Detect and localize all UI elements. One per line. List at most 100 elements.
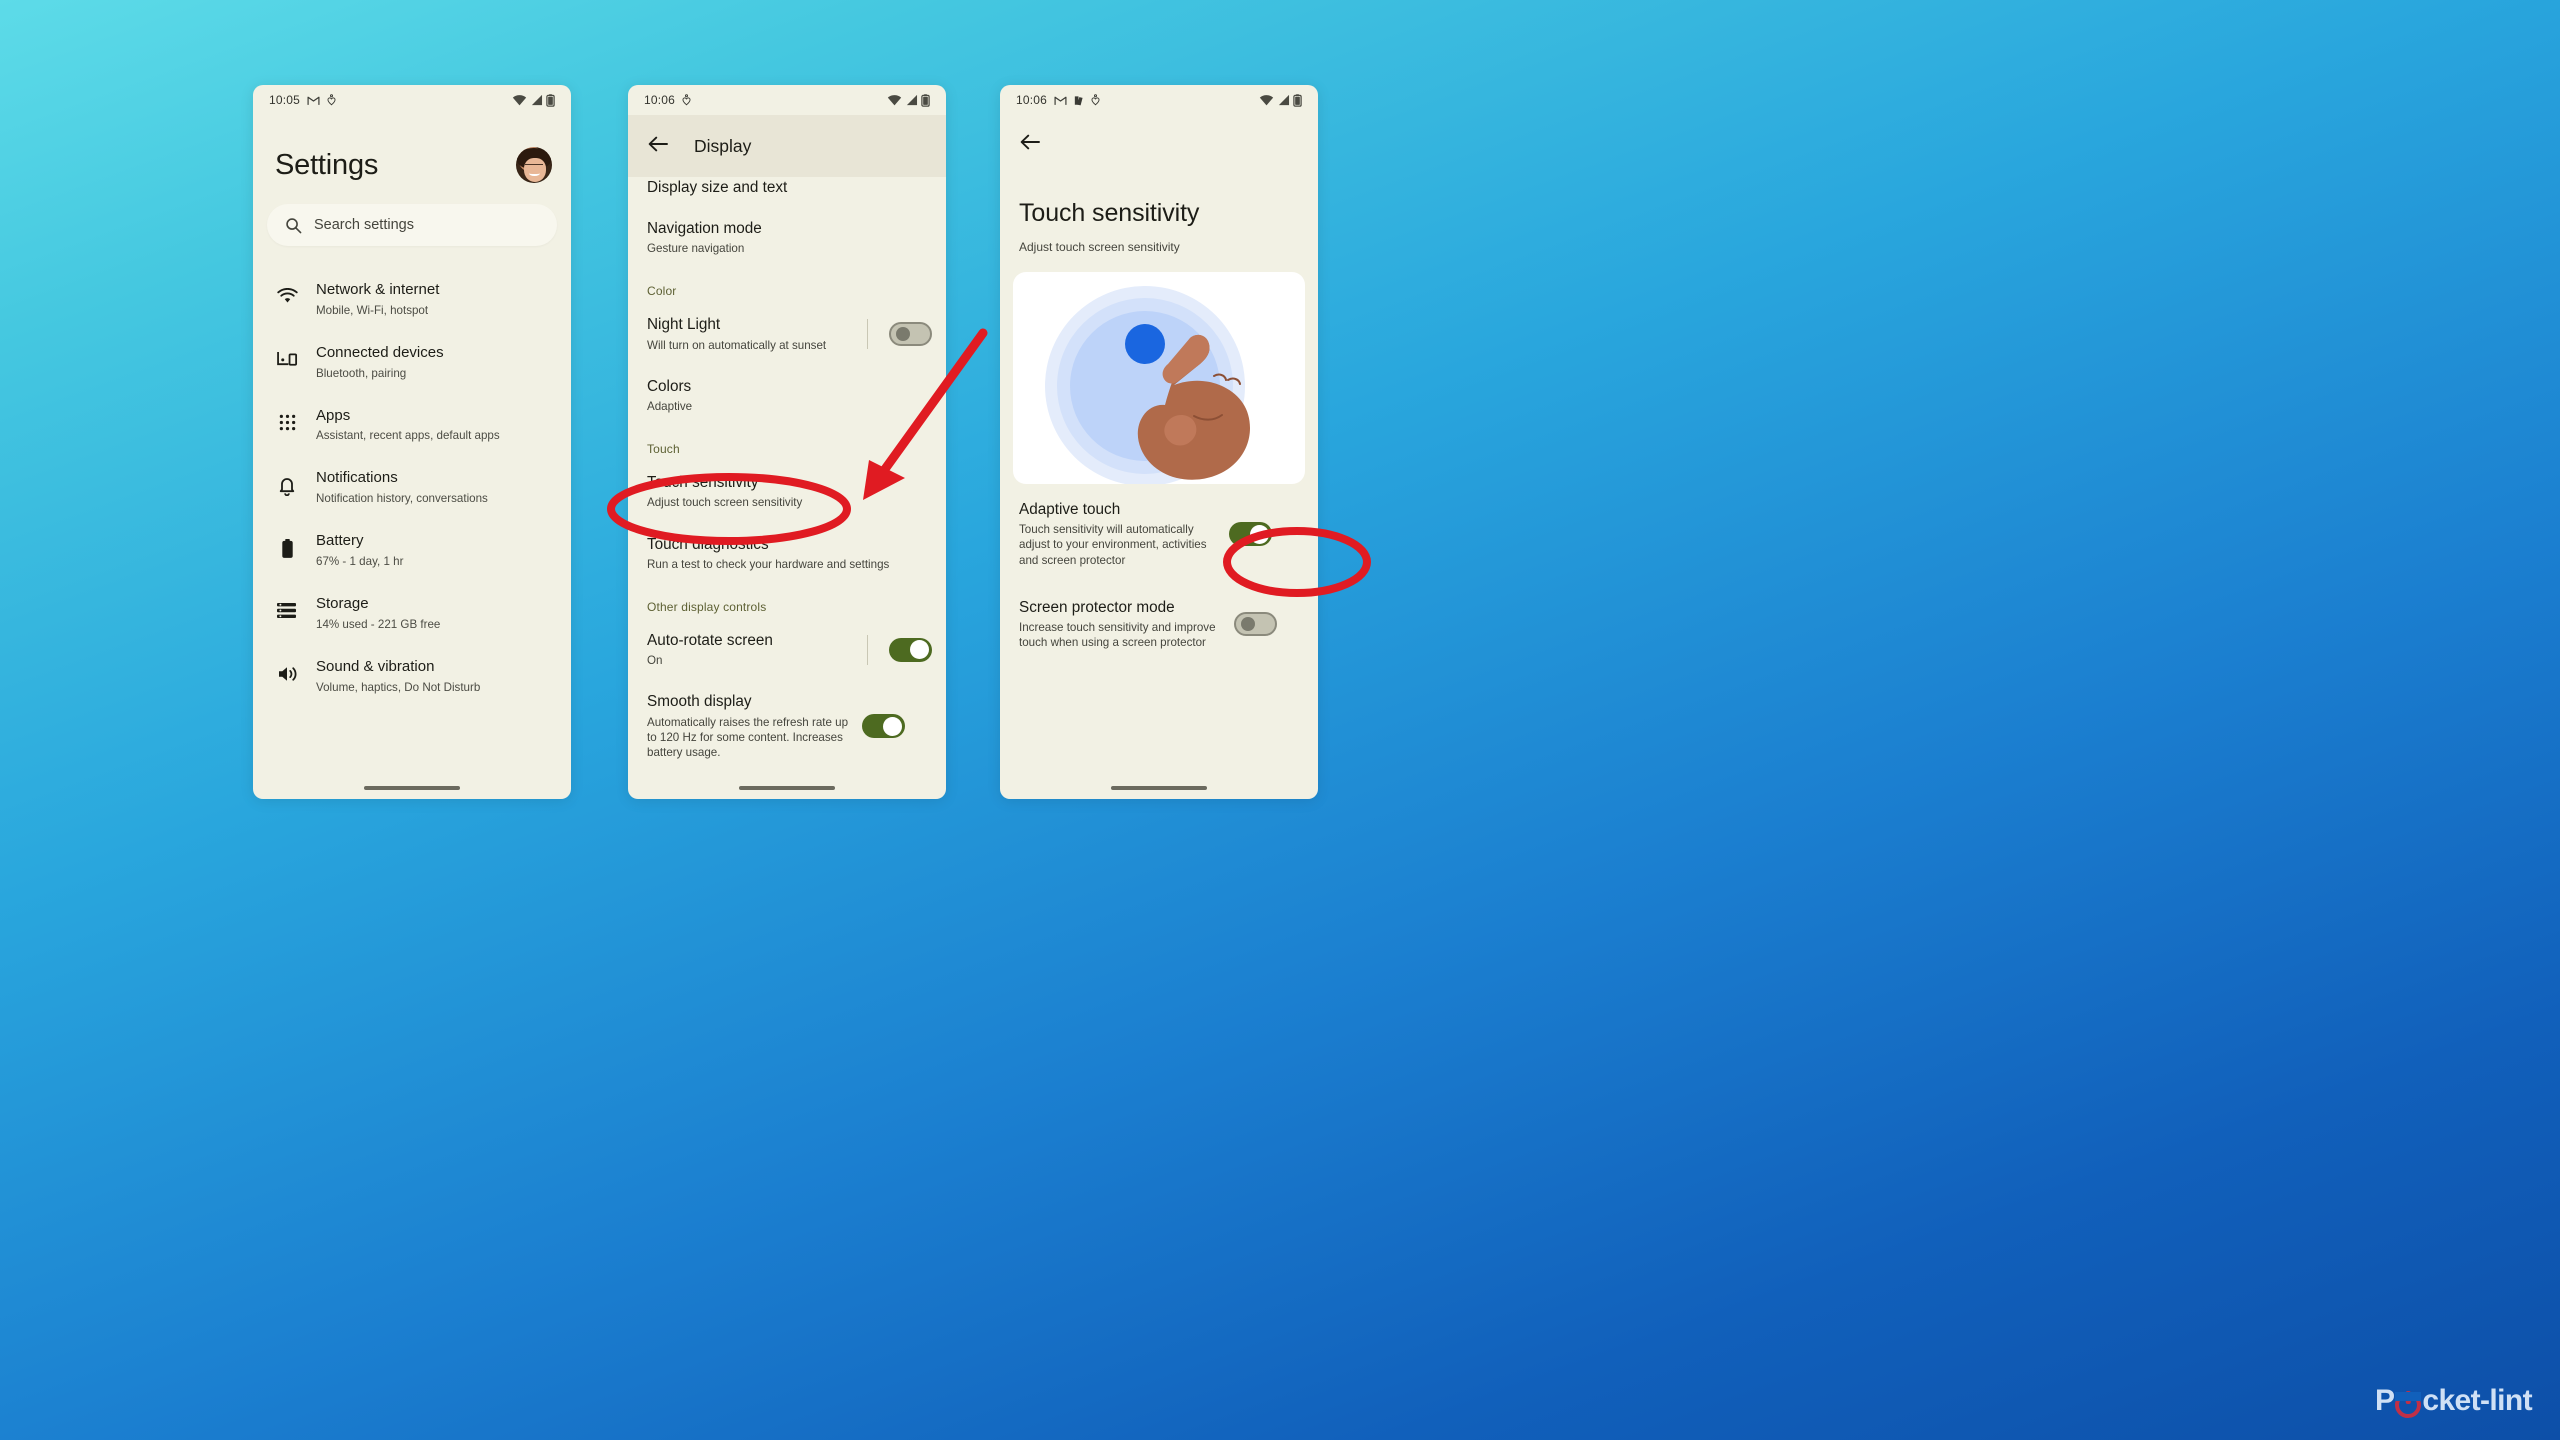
item-title: Network & internet — [316, 281, 440, 298]
adaptive-touch-toggle[interactable] — [1229, 522, 1272, 546]
row-subtitle: Touch sensitivity will automatically adj… — [1019, 523, 1207, 567]
power-symbol-icon — [2394, 1391, 2422, 1418]
display-settings-scroll[interactable]: Display size and text Navigation mode Ge… — [628, 177, 946, 776]
sidebar-item-apps[interactable]: Apps Assistant, recent apps, default app… — [253, 394, 571, 457]
row-title: Smooth display — [647, 693, 752, 711]
item-subtitle: Bluetooth, pairing — [316, 366, 407, 380]
logo-text-part2: cket-lint — [2422, 1384, 2532, 1417]
status-bar: 10:06 — [628, 85, 946, 115]
section-header-color: Color — [647, 284, 677, 299]
row-title: Auto-rotate screen — [647, 632, 773, 650]
item-title: Sound & vibration — [316, 657, 435, 675]
sidebar-item-notifications[interactable]: Notifications Notification history, conv… — [253, 456, 571, 519]
sidebar-item-connected-devices[interactable]: Connected devices Bluetooth, pairing — [253, 331, 571, 394]
signal-icon — [1277, 94, 1290, 106]
heart-pin-icon — [327, 94, 336, 106]
logo-text-part1: P — [2374, 1384, 2395, 1417]
section-header-other-display-controls: Other display controls — [647, 600, 767, 615]
item-title: Apps — [316, 406, 351, 424]
battery-icon — [921, 93, 930, 107]
row-title: Adaptive touch — [1019, 501, 1121, 518]
battery-icon — [1293, 93, 1302, 107]
battery-icon — [275, 532, 299, 559]
row-title: Colors — [647, 377, 692, 395]
devices-icon — [275, 344, 299, 367]
search-icon — [285, 217, 302, 234]
screen-protector-toggle[interactable] — [1234, 612, 1277, 637]
wifi-icon — [1259, 94, 1274, 106]
settings-list: Network & internet Mobile, Wi-Fi, hotspo… — [253, 246, 571, 708]
item-subtitle: Notification history, conversations — [316, 492, 488, 506]
home-indicator[interactable] — [739, 786, 835, 790]
item-subtitle: Mobile, Wi-Fi, hotspot — [316, 303, 429, 317]
row-touch-sensitivity[interactable]: Touch sensitivity Adjust touch screen se… — [628, 461, 946, 522]
divider — [867, 319, 868, 350]
status-time: 10:06 — [1016, 93, 1048, 107]
avatar[interactable] — [516, 147, 552, 183]
partial-item-display-size[interactable]: Display size and text — [628, 177, 946, 197]
row-title: Screen protector mode — [1019, 599, 1175, 616]
phone-screen-settings: 10:05 Settings Search settings Network &… — [253, 85, 571, 799]
item-subtitle: Volume, haptics, Do Not Disturb — [316, 680, 481, 694]
app-bar — [1000, 115, 1318, 173]
row-screen-protector-mode[interactable]: Screen protector mode Increase touch sen… — [1000, 580, 1318, 663]
pocketlint-logo: P cket-lint — [2374, 1384, 2533, 1418]
signal-icon — [530, 94, 543, 106]
sidebar-item-network[interactable]: Network & internet Mobile, Wi-Fi, hotspo… — [253, 268, 571, 331]
search-input-placeholder: Search settings — [314, 217, 414, 233]
sidebar-item-sound[interactable]: Sound & vibration Volume, haptics, Do No… — [253, 645, 571, 708]
gmail-icon — [1054, 95, 1067, 106]
row-subtitle: Automatically raises the refresh rate up… — [647, 715, 849, 760]
divider — [867, 634, 868, 665]
sidebar-item-storage[interactable]: Storage 14% used - 221 GB free — [253, 582, 571, 645]
row-title: Navigation mode — [647, 220, 762, 237]
auto-rotate-toggle[interactable] — [889, 637, 932, 662]
phone-screen-display: 10:06 Display Display size and text Navi… — [628, 85, 946, 799]
phone-screen-touch-sensitivity: 10:06 Touch sensitivity Adjust touch scr… — [1000, 85, 1318, 799]
smooth-display-toggle[interactable] — [862, 714, 905, 739]
night-light-toggle[interactable] — [889, 322, 932, 347]
row-subtitle: Adjust touch screen sensitivity — [647, 496, 803, 510]
sidebar-item-battery[interactable]: Battery 67% - 1 day, 1 hr — [253, 519, 571, 582]
section-header-touch: Touch — [647, 442, 680, 457]
item-subtitle: 14% used - 221 GB free — [316, 617, 441, 631]
row-title: Night Light — [647, 316, 721, 334]
row-subtitle: Will turn on automatically at sunset — [647, 338, 827, 352]
row-adaptive-touch[interactable]: Adaptive touch Touch sensitivity will au… — [1000, 484, 1318, 580]
search-settings-bar[interactable]: Search settings — [267, 204, 557, 246]
heart-pin-icon — [682, 94, 691, 106]
signal-icon — [905, 94, 918, 106]
row-auto-rotate[interactable]: Auto-rotate screen On — [628, 619, 946, 680]
status-bar: 10:05 — [253, 85, 571, 115]
row-subtitle: On — [647, 654, 663, 668]
status-time: 10:06 — [644, 93, 676, 107]
row-subtitle: Increase touch sensitivity and improve t… — [1019, 621, 1216, 650]
page-subtitle: Adjust touch screen sensitivity — [1019, 240, 1180, 254]
row-colors[interactable]: Colors Adaptive — [628, 365, 946, 426]
books-icon — [1074, 95, 1084, 106]
back-arrow-icon[interactable] — [1020, 134, 1040, 155]
storage-icon — [275, 595, 299, 619]
row-touch-diagnostics[interactable]: Touch diagnostics Run a test to check yo… — [628, 523, 946, 584]
row-title: Touch diagnostics — [647, 535, 769, 553]
item-title: Connected devices — [316, 343, 444, 361]
hand-tap-ripple-illustration — [1013, 272, 1305, 484]
heart-pin-icon — [1091, 94, 1100, 106]
row-subtitle: Adaptive — [647, 399, 693, 413]
home-indicator[interactable] — [364, 786, 460, 790]
status-time: 10:05 — [269, 93, 301, 107]
item-title: Notifications — [316, 469, 398, 487]
item-title: Storage — [316, 595, 369, 613]
volume-icon — [275, 658, 299, 683]
apps-grid-icon — [275, 407, 299, 431]
battery-icon — [546, 93, 555, 107]
item-title: Battery — [316, 532, 364, 550]
app-bar-title: Display — [694, 135, 752, 156]
home-indicator[interactable] — [1111, 786, 1207, 790]
wifi-icon — [887, 94, 902, 106]
row-smooth-display[interactable]: Smooth display Automatically raises the … — [628, 680, 946, 772]
wifi-icon — [275, 281, 299, 304]
row-night-light[interactable]: Night Light Will turn on automatically a… — [628, 303, 946, 364]
row-navigation-mode[interactable]: Navigation mode Gesture navigation — [628, 197, 946, 268]
back-arrow-icon[interactable] — [648, 136, 668, 157]
